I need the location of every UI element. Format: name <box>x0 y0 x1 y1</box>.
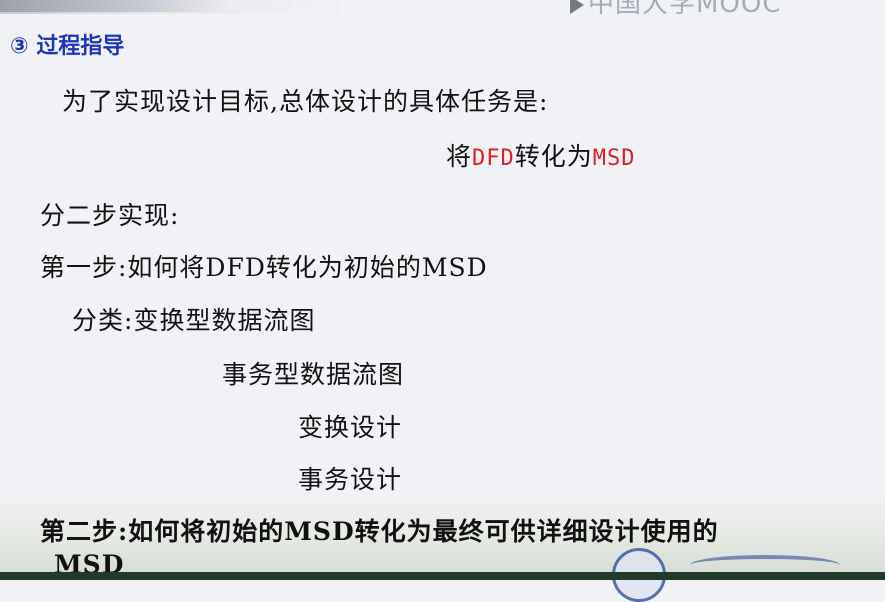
step-two-suffix: 转化为最终可供详细设计使用的 <box>354 517 719 546</box>
intro-line: 为了实现设计目标,总体设计的具体任务是: <box>62 87 549 116</box>
task-line: 将DFD转化为MSD <box>446 137 636 173</box>
classification-line: 分类:变换型数据流图 <box>72 301 315 337</box>
classification-label: 分类: <box>72 306 134 335</box>
section-heading: ③ 过程指导 <box>10 28 124 60</box>
mooc-watermark: 中国大学MOOC <box>570 0 782 19</box>
transform-design: 变换设计 <box>298 413 403 442</box>
transaction-dfd: 事务型数据流图 <box>222 360 405 389</box>
play-icon <box>570 0 584 14</box>
step-two: 第二步:如何将初始的MSD转化为最终可供详细设计使用的 <box>40 512 719 548</box>
dfd-term: DFD <box>472 146 515 171</box>
section-title-text: 过程指导 <box>36 34 125 59</box>
top-banner-image <box>0 0 230 12</box>
steps-intro: 分二步实现: <box>40 201 180 230</box>
bottom-bar <box>0 572 885 580</box>
msd-term: MSD <box>592 146 636 171</box>
step-two-msd: MSD <box>284 517 355 546</box>
section-number: ③ <box>10 34 29 59</box>
task-prefix: 将 <box>446 142 473 171</box>
watermark-text: 中国大学MOOC <box>588 0 782 19</box>
transform-dfd: 变换型数据流图 <box>133 306 316 335</box>
step-two-prefix: 第二步:如何将初始的 <box>40 517 285 546</box>
step-one: 第一步:如何将DFD转化为初始的MSD <box>40 253 488 282</box>
task-middle: 转化为 <box>514 142 593 171</box>
